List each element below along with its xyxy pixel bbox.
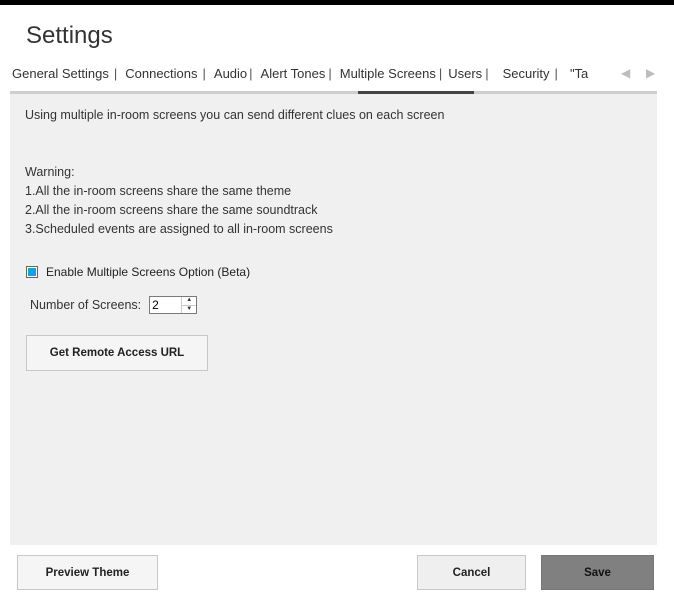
multiple-screens-panel: Using multiple in-room screens you can s… — [10, 94, 657, 545]
stepper-up-icon[interactable]: ▲ — [182, 297, 197, 306]
page-title: Settings — [26, 22, 113, 49]
tab-security[interactable]: Security — [503, 66, 550, 81]
tab-separator: | — [485, 66, 489, 81]
intro-text: Using multiple in-room screens you can s… — [25, 108, 445, 122]
tab-separator: | — [328, 66, 332, 81]
warning-item: 3.Scheduled events are assigned to all i… — [25, 222, 333, 236]
number-of-screens-value[interactable]: 2 — [150, 297, 181, 313]
tab-general-settings[interactable]: General Settings — [12, 66, 109, 81]
tab-multiple-screens[interactable]: Multiple Screens — [340, 66, 436, 81]
save-button[interactable]: Save — [541, 555, 654, 590]
enable-multiple-screens-label: Enable Multiple Screens Option (Beta) — [46, 265, 251, 279]
enable-multiple-screens-row[interactable]: Enable Multiple Screens Option (Beta) — [26, 265, 250, 279]
tab-separator: | — [113, 66, 118, 81]
number-of-screens-row: Number of Screens: 2 ▲ ▼ — [30, 296, 198, 314]
enable-multiple-screens-checkbox[interactable] — [26, 266, 38, 278]
tab-separator: | — [249, 66, 253, 81]
warning-title: Warning: — [25, 165, 75, 179]
window-top-bar — [0, 0, 674, 5]
tab-connections[interactable]: Connections — [125, 66, 197, 81]
preview-theme-button[interactable]: Preview Theme — [17, 555, 158, 590]
tab-separator: | — [202, 66, 206, 81]
number-of-screens-stepper[interactable]: 2 ▲ ▼ — [149, 296, 198, 314]
tab-alert-tones[interactable]: Alert Tones — [261, 66, 326, 81]
cancel-button[interactable]: Cancel — [417, 555, 526, 590]
tab-users[interactable]: Users — [448, 66, 482, 81]
warning-item: 1.All the in-room screens share the same… — [25, 184, 292, 198]
tab-audio[interactable]: Audio — [214, 66, 247, 81]
tab-scroll-right-icon[interactable]: ▶ — [646, 66, 655, 80]
tab-truncated[interactable]: "Ta — [570, 66, 588, 81]
tab-separator: | — [554, 66, 558, 81]
tab-separator: | — [438, 66, 443, 81]
warning-item: 2.All the in-room screens share the same… — [25, 203, 318, 217]
stepper-down-icon[interactable]: ▼ — [182, 306, 196, 314]
tab-bar: General Settings | Connections | Audio | Alert… — [12, 66, 588, 88]
tab-scroll-left-icon[interactable]: ◀ — [621, 66, 630, 80]
get-remote-access-url-button[interactable]: Get Remote Access URL — [26, 335, 208, 371]
number-of-screens-label: Number of Screens: — [30, 298, 142, 312]
